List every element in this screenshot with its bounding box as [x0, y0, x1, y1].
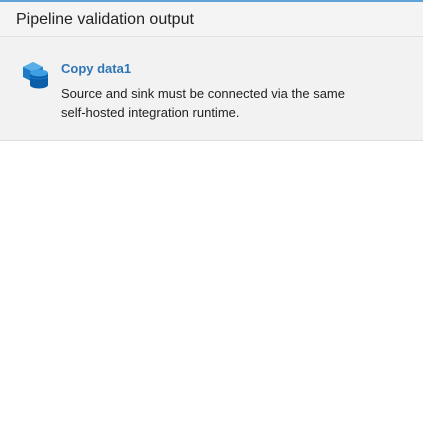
validation-output-panel: Pipeline validation output Copy data1 So… [0, 0, 423, 446]
validation-message: Source and sink must be connected via th… [61, 84, 381, 122]
validation-result-item[interactable]: Copy data1 Source and sink must be conne… [0, 37, 423, 141]
panel-header: Pipeline validation output [0, 0, 423, 37]
validation-message-line: self-hosted integration runtime. [61, 105, 240, 120]
validation-message-line: Source and sink must be connected via th… [61, 86, 345, 101]
copy-data-icon [22, 61, 50, 89]
panel-title: Pipeline validation output [16, 11, 194, 28]
activity-name-link[interactable]: Copy data1 [61, 61, 131, 76]
